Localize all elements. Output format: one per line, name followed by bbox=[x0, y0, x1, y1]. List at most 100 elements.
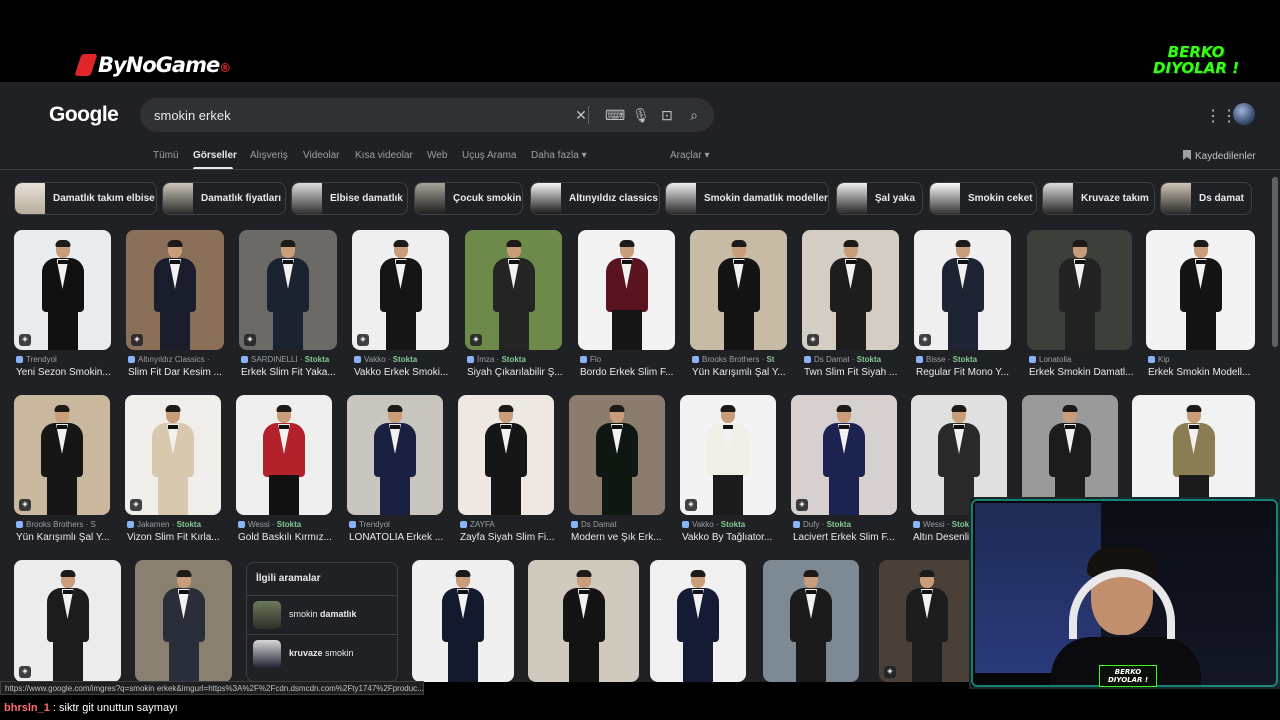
image-result-card[interactable]: ◈ İmza · Stokta Siyah Çıkarılabilir Ş... bbox=[465, 230, 564, 382]
chip[interactable]: Smokin ceket bbox=[929, 182, 1037, 215]
tab-videos[interactable]: Videolar bbox=[303, 150, 340, 161]
image-result-card[interactable]: ◈ Vakko · Stokta Vakko Erkek Smoki... bbox=[352, 230, 449, 382]
result-title[interactable]: Gold Baskılı Kırmız... bbox=[238, 532, 334, 543]
result-thumbnail[interactable] bbox=[236, 395, 332, 515]
result-thumbnail[interactable] bbox=[412, 560, 514, 682]
image-result-card[interactable]: ◈ Brooks Brothers · S Yün Karışımlı Şal Y.… bbox=[14, 395, 110, 547]
result-thumbnail[interactable] bbox=[1146, 230, 1255, 350]
result-title[interactable]: Yeni Sezon Smokin... bbox=[16, 367, 113, 378]
result-title[interactable]: Vakko By Tağlıator... bbox=[682, 532, 778, 543]
search-icon[interactable]: ⌕ bbox=[684, 105, 704, 125]
image-result-card[interactable]: Altınyıldız Classics bbox=[763, 560, 859, 682]
related-search-item[interactable]: smokin damatlık bbox=[247, 595, 397, 633]
result-thumbnail[interactable] bbox=[578, 230, 675, 350]
result-title[interactable]: Erkek Slim Fit Yaka... bbox=[241, 367, 339, 378]
image-result-card[interactable]: ◈DHgate · Stokta bbox=[879, 560, 975, 682]
result-title[interactable]: Modern ve Şık Erk... bbox=[571, 532, 667, 543]
tab-images[interactable]: Görseller bbox=[193, 150, 237, 161]
result-thumbnail[interactable]: ◈ bbox=[914, 230, 1011, 350]
chip[interactable]: Damatlık takım elbise bbox=[14, 182, 157, 215]
result-thumbnail[interactable] bbox=[458, 395, 554, 515]
image-result-card[interactable]: ◈ Jakamen · Stokta Vizon Slim Fit Kırla... bbox=[125, 395, 221, 547]
chip[interactable]: Şal yaka bbox=[836, 182, 923, 215]
result-title[interactable]: Lacivert Erkek Slim F... bbox=[793, 532, 899, 543]
saved-button[interactable]: Kaydedilenler bbox=[1183, 150, 1256, 162]
chip[interactable]: Smokin damatlık modelleri bbox=[665, 182, 829, 215]
google-logo[interactable]: Google bbox=[49, 103, 119, 127]
result-title[interactable]: Bordo Erkek Slim F... bbox=[580, 367, 677, 378]
result-thumbnail[interactable]: ◈ bbox=[14, 560, 121, 682]
tab-flights[interactable]: Uçuş Arama bbox=[462, 150, 516, 161]
chip[interactable]: Elbise damatlık bbox=[291, 182, 408, 215]
related-search-item[interactable]: kruvaze smokin bbox=[247, 634, 397, 672]
result-title[interactable]: Zayfa Siyah Slim Fi... bbox=[460, 532, 556, 543]
result-thumbnail[interactable]: ◈ bbox=[802, 230, 899, 350]
result-title[interactable]: Erkek Smokin Modell... bbox=[1148, 367, 1257, 378]
tab-shopping[interactable]: Alışveriş bbox=[250, 150, 288, 161]
chip[interactable]: Ds damat bbox=[1160, 182, 1252, 215]
image-result-card[interactable]: Ds Damat Modern ve Şık Erk... bbox=[569, 395, 665, 547]
search-input[interactable]: smokin erkek bbox=[154, 108, 231, 123]
result-thumbnail[interactable]: ◈ bbox=[239, 230, 337, 350]
tools-button[interactable]: Araçlar ▾ bbox=[670, 150, 710, 161]
result-thumbnail[interactable] bbox=[135, 560, 232, 682]
result-title[interactable]: Vizon Slim Fit Kırla... bbox=[127, 532, 223, 543]
tab-short-videos[interactable]: Kısa videolar bbox=[355, 150, 413, 161]
result-thumbnail[interactable] bbox=[347, 395, 443, 515]
result-thumbnail[interactable]: ◈ bbox=[126, 230, 224, 350]
image-result-card[interactable]: ZAYFA Zayfa Siyah Slim Fi... bbox=[458, 395, 554, 547]
result-thumbnail[interactable] bbox=[1027, 230, 1132, 350]
result-thumbnail[interactable] bbox=[528, 560, 639, 682]
image-result-card[interactable]: ◈ Dufy · Stokta Lacivert Erkek Slim F... bbox=[791, 395, 897, 547]
result-thumbnail[interactable] bbox=[690, 230, 787, 350]
image-result-card[interactable]: Ramsey bbox=[412, 560, 514, 682]
result-thumbnail[interactable]: ◈ bbox=[879, 560, 975, 682]
scrollbar[interactable] bbox=[1272, 177, 1278, 347]
search-box[interactable]: smokin erkek ✕ ⌨ 🎙 ⊡ ⌕ bbox=[140, 98, 714, 132]
image-result-card[interactable] bbox=[135, 560, 232, 682]
result-thumbnail[interactable] bbox=[650, 560, 746, 682]
chip[interactable]: Kruvaze takım bbox=[1042, 182, 1155, 215]
result-thumbnail[interactable] bbox=[763, 560, 859, 682]
image-result-card[interactable]: Lonatolia Erkek Smokin Damatl... bbox=[1027, 230, 1134, 382]
result-title[interactable]: Siyah Çıkarılabilir Ş... bbox=[467, 367, 564, 378]
result-thumbnail[interactable]: ◈ bbox=[14, 230, 111, 350]
image-result-card[interactable]: Trendyol LONATOLİA Erkek ... bbox=[347, 395, 443, 547]
image-result-card[interactable]: Wessi · Stokta Gold Baskılı Kırmız... bbox=[236, 395, 332, 547]
image-result-card[interactable]: ◈ Trendyol Yeni Sezon Smokin... bbox=[14, 230, 111, 382]
apps-grid-icon[interactable]: ⋮⋮ bbox=[1205, 108, 1237, 126]
result-title[interactable]: Vakko Erkek Smoki... bbox=[354, 367, 451, 378]
keyboard-icon[interactable]: ⌨ bbox=[605, 105, 625, 125]
image-result-card[interactable]: PAREZ bbox=[528, 560, 639, 682]
image-result-card[interactable]: Kip Erkek Smokin Modell... bbox=[1146, 230, 1255, 382]
chip[interactable]: Çocuk smokin bbox=[414, 182, 523, 215]
image-result-card[interactable]: ◈ Bisse · Stokta Regular Fit Mono Y... bbox=[914, 230, 1011, 382]
result-thumbnail[interactable]: ◈ bbox=[352, 230, 449, 350]
image-result-card[interactable]: ◈ Vakko · Stokta Vakko By Tağlıator... bbox=[680, 395, 776, 547]
image-result-card[interactable]: ◈ SARDINELLI · Stokta Erkek Slim Fit Yaka.… bbox=[239, 230, 337, 382]
image-result-card[interactable]: Brooks Brothers · St Yün Karışımlı Şal Y.… bbox=[690, 230, 787, 382]
result-thumbnail[interactable]: ◈ bbox=[791, 395, 897, 515]
result-title[interactable]: Twn Slim Fit Siyah ... bbox=[804, 367, 901, 378]
tab-all[interactable]: Tümü bbox=[153, 150, 179, 161]
result-title[interactable]: Erkek Smokin Damatl... bbox=[1029, 367, 1134, 378]
image-result-card[interactable]: Jakamen bbox=[650, 560, 746, 682]
chip[interactable]: Altınyıldız classics bbox=[530, 182, 660, 215]
image-result-card[interactable]: ◈ Altınyıldız Classics · Slim Fit Dar Kes… bbox=[126, 230, 224, 382]
result-thumbnail[interactable] bbox=[569, 395, 665, 515]
image-result-card[interactable]: Flo Bordo Erkek Slim F... bbox=[578, 230, 675, 382]
image-result-card[interactable]: ◈ Ds Damat · Stokta Twn Slim Fit Siyah ... bbox=[802, 230, 899, 382]
result-title[interactable]: Yün Karışımlı Şal Y... bbox=[692, 367, 789, 378]
result-thumbnail[interactable]: ◈ bbox=[680, 395, 776, 515]
result-thumbnail[interactable]: ◈ bbox=[14, 395, 110, 515]
result-title[interactable]: Slim Fit Dar Kesim ... bbox=[128, 367, 226, 378]
image-result-card[interactable]: ◈ bbox=[14, 560, 121, 682]
account-avatar[interactable] bbox=[1233, 103, 1255, 125]
result-thumbnail[interactable]: ◈ bbox=[465, 230, 562, 350]
lens-icon[interactable]: ⊡ bbox=[657, 105, 677, 125]
tab-web[interactable]: Web bbox=[427, 150, 447, 161]
result-thumbnail[interactable]: ◈ bbox=[125, 395, 221, 515]
chip[interactable]: Damatlık fiyatları bbox=[162, 182, 286, 215]
microphone-icon[interactable]: 🎙 bbox=[631, 105, 651, 125]
result-title[interactable]: LONATOLİA Erkek ... bbox=[349, 532, 445, 543]
